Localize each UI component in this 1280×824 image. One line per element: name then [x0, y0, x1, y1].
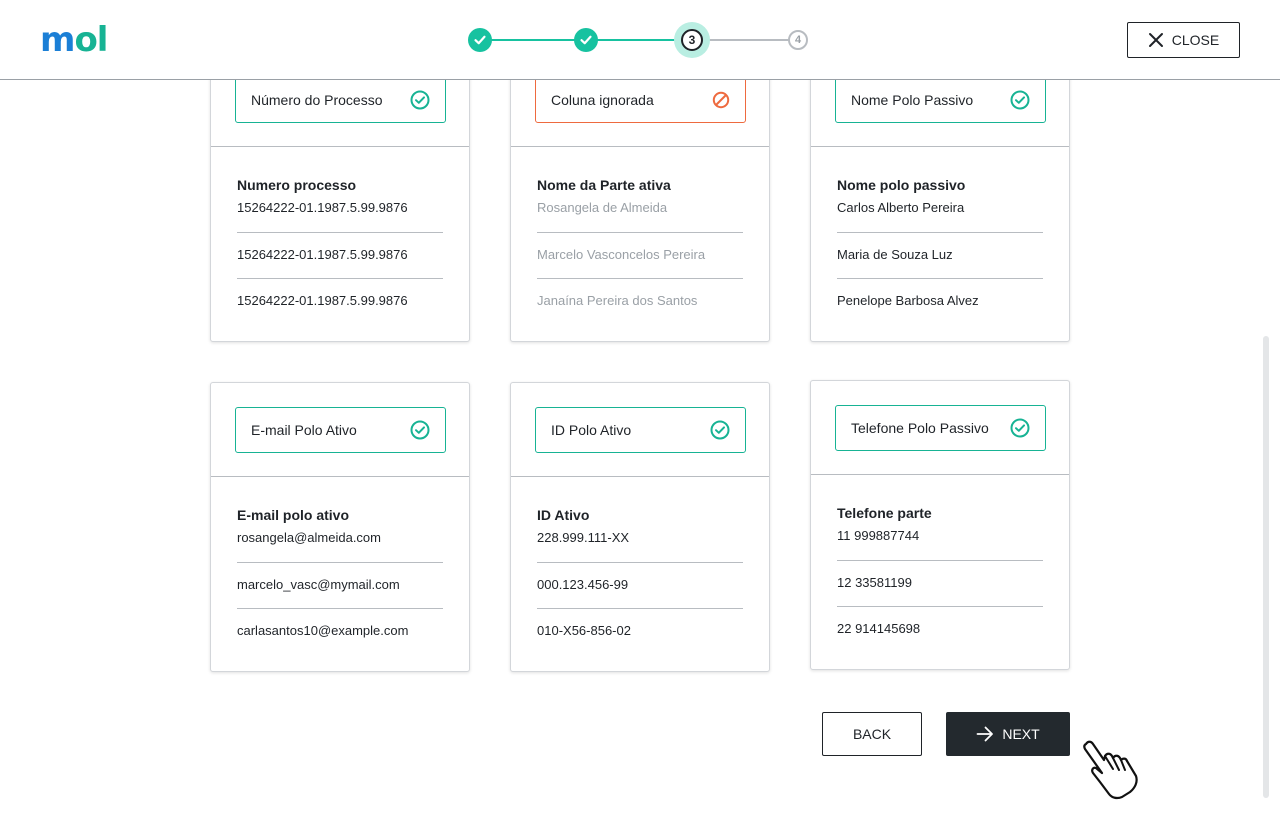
card-preview: Numero processo 15264222-01.1987.5.99.98…	[211, 147, 469, 325]
source-column-title: ID Ativo	[537, 507, 590, 523]
ban-icon	[712, 91, 730, 109]
source-column-title: Numero processo	[237, 177, 357, 193]
preview-row: carlasantos10@example.com	[237, 623, 409, 638]
back-label: BACK	[852, 726, 892, 742]
header: mol 3 4 CLOSE	[0, 0, 1280, 80]
column-card-numero-processo: Número do Processo Numero processo 15264…	[210, 52, 470, 342]
hand-pointer-icon	[1083, 740, 1138, 800]
check-circle-icon	[410, 90, 430, 110]
logo-letter-o: o	[74, 20, 97, 60]
mapping-label: Número do Processo	[251, 92, 383, 108]
check-icon	[580, 35, 592, 45]
preview-row: 010-X56-856-02	[537, 623, 631, 638]
source-column-title: E-mail polo ativo	[237, 507, 350, 523]
step-4-pending: 4	[788, 30, 808, 50]
next-label: NEXT	[1002, 726, 1040, 742]
column-mapping-select[interactable]: Número do Processo	[235, 77, 446, 123]
vertical-scrollbar[interactable]	[1263, 336, 1269, 798]
column-mapping-select[interactable]: ID Polo Ativo	[535, 407, 746, 453]
logo-letter-l: l	[96, 20, 109, 60]
mapping-label: Coluna ignorada	[551, 92, 654, 108]
next-button[interactable]: NEXT	[946, 712, 1070, 756]
card-preview: ID Ativo 228.999.111-XX 000.123.456-99 0…	[511, 477, 769, 655]
preview-row: marcelo_vasc@mymail.com	[237, 563, 443, 609]
card-header: Telefone Polo Passivo	[811, 381, 1069, 475]
column-mapping-select[interactable]: Telefone Polo Passivo	[835, 405, 1046, 451]
column-card-id-polo-ativo: ID Polo Ativo ID Ativo 228.999.111-XX 00…	[510, 382, 770, 672]
card-header: ID Polo Ativo	[511, 383, 769, 477]
preview-row: Carlos Alberto Pereira	[837, 195, 1043, 233]
check-icon	[474, 35, 486, 45]
mapping-label: Telefone Polo Passivo	[851, 420, 989, 436]
back-button[interactable]: BACK	[822, 712, 922, 756]
close-label: CLOSE	[1171, 32, 1220, 48]
check-circle-icon	[410, 420, 430, 440]
mapping-label: Nome Polo Passivo	[851, 92, 974, 108]
card-preview: Telefone parte 11 999887744 12 33581199 …	[811, 475, 1069, 653]
card-preview: Nome da Parte ativa Rosangela de Almeida…	[511, 147, 769, 325]
column-card-parte-ativa: Coluna ignorada Nome da Parte ativa Rosa…	[510, 52, 770, 342]
step-2-completed[interactable]	[574, 28, 598, 52]
card-preview: E-mail polo ativo rosangela@almeida.com …	[211, 477, 469, 655]
source-column-title: Nome polo passivo	[837, 177, 966, 193]
step-3-current: 3	[674, 22, 710, 58]
column-mapping-select[interactable]: Nome Polo Passivo	[835, 77, 1046, 123]
column-mapping-select[interactable]: E-mail Polo Ativo	[235, 407, 446, 453]
preview-row: Penelope Barbosa Alvez	[837, 293, 979, 308]
preview-row: 000.123.456-99	[537, 563, 743, 609]
preview-row: 12 33581199	[837, 561, 1043, 607]
preview-row: Maria de Souza Luz	[837, 233, 1043, 279]
column-card-nome-polo-passivo: Nome Polo Passivo Nome polo passivo Carl…	[810, 52, 1070, 342]
preview-row: 11 999887744	[837, 523, 1043, 561]
preview-row: 15264222-01.1987.5.99.9876	[237, 293, 408, 308]
check-circle-icon	[1010, 418, 1030, 438]
close-icon	[1148, 33, 1163, 47]
step-number: 3	[681, 29, 703, 51]
mapping-label: E-mail Polo Ativo	[251, 422, 357, 438]
logo-letter-m: m	[40, 20, 75, 60]
preview-row: Marcelo Vasconcelos Pereira	[537, 233, 743, 279]
mapping-label: ID Polo Ativo	[551, 422, 632, 438]
preview-row: 22 914145698	[837, 621, 921, 636]
preview-row: Rosangela de Almeida	[537, 195, 743, 233]
card-header: E-mail Polo Ativo	[211, 383, 469, 477]
column-card-email-polo-ativo: E-mail Polo Ativo E-mail polo ativo rosa…	[210, 382, 470, 672]
column-card-telefone-polo-passivo: Telefone Polo Passivo Telefone parte 11 …	[810, 380, 1070, 670]
column-mapping-select[interactable]: Coluna ignorada	[535, 77, 746, 123]
preview-row: 15264222-01.1987.5.99.9876	[237, 233, 443, 279]
progress-stepper: 3 4	[468, 22, 812, 58]
step-1-completed[interactable]	[468, 28, 492, 52]
check-circle-icon	[710, 420, 730, 440]
preview-row: 15264222-01.1987.5.99.9876	[237, 195, 443, 233]
source-column-title: Telefone parte	[837, 505, 932, 521]
app-logo[interactable]: mol	[40, 20, 109, 60]
preview-row: Janaína Pereira dos Santos	[537, 293, 698, 308]
card-preview: Nome polo passivo Carlos Alberto Pereira…	[811, 147, 1069, 325]
arrow-right-icon	[976, 726, 994, 742]
close-button[interactable]: CLOSE	[1127, 22, 1240, 58]
stepper-connector	[482, 39, 588, 41]
source-column-title: Nome da Parte ativa	[537, 177, 671, 193]
preview-row: rosangela@almeida.com	[237, 525, 443, 563]
check-circle-icon	[1010, 90, 1030, 110]
preview-row: 228.999.111-XX	[537, 525, 743, 563]
